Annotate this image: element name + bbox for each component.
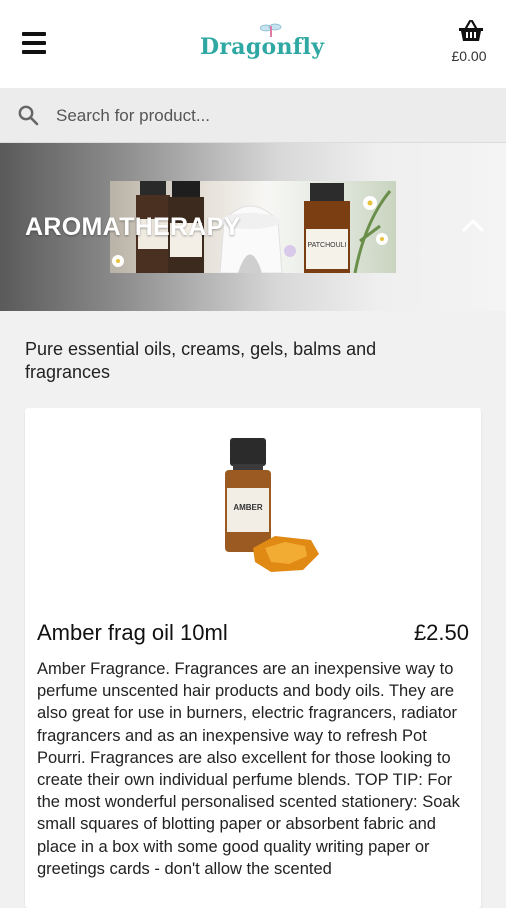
product-name[interactable]: Amber frag oil 10ml [37, 620, 228, 646]
bottle-label: AMBER [233, 503, 263, 512]
category-title: AROMATHERAPY [25, 213, 241, 241]
search-input[interactable] [54, 100, 488, 132]
category-banner[interactable]: PATCHOULI AROMATHERAPY [0, 143, 506, 311]
app-header: Dragonfly £0.00 [0, 0, 506, 88]
hamburger-menu-icon-bar [22, 50, 46, 54]
product-price: £2.50 [413, 620, 469, 645]
search-icon[interactable] [17, 104, 39, 126]
hamburger-menu-icon [22, 32, 46, 36]
hamburger-menu-icon-bar [22, 41, 46, 45]
category-description: Pure essential oils, creams, gels, balms… [25, 339, 377, 382]
product-description: Amber Fragrance. Fragrances are an inexp… [37, 660, 460, 878]
brand-name: Dragonfly [200, 34, 325, 60]
shopping-basket-icon [459, 20, 483, 41]
brand-logo[interactable]: Dragonfly [200, 22, 325, 68]
chevron-up-icon[interactable] [458, 215, 488, 235]
menu-button[interactable] [22, 30, 48, 56]
product-card[interactable]: AMBER Amber frag oil 10ml £2.50 Amber Fr… [25, 408, 481, 908]
basket-total: £0.00 [451, 48, 487, 64]
basket-button[interactable]: £0.00 [450, 20, 492, 70]
product-image[interactable]: AMBER [215, 436, 325, 586]
banner-bottle-label: PATCHOULI [307, 242, 346, 249]
search-bar [0, 88, 506, 143]
